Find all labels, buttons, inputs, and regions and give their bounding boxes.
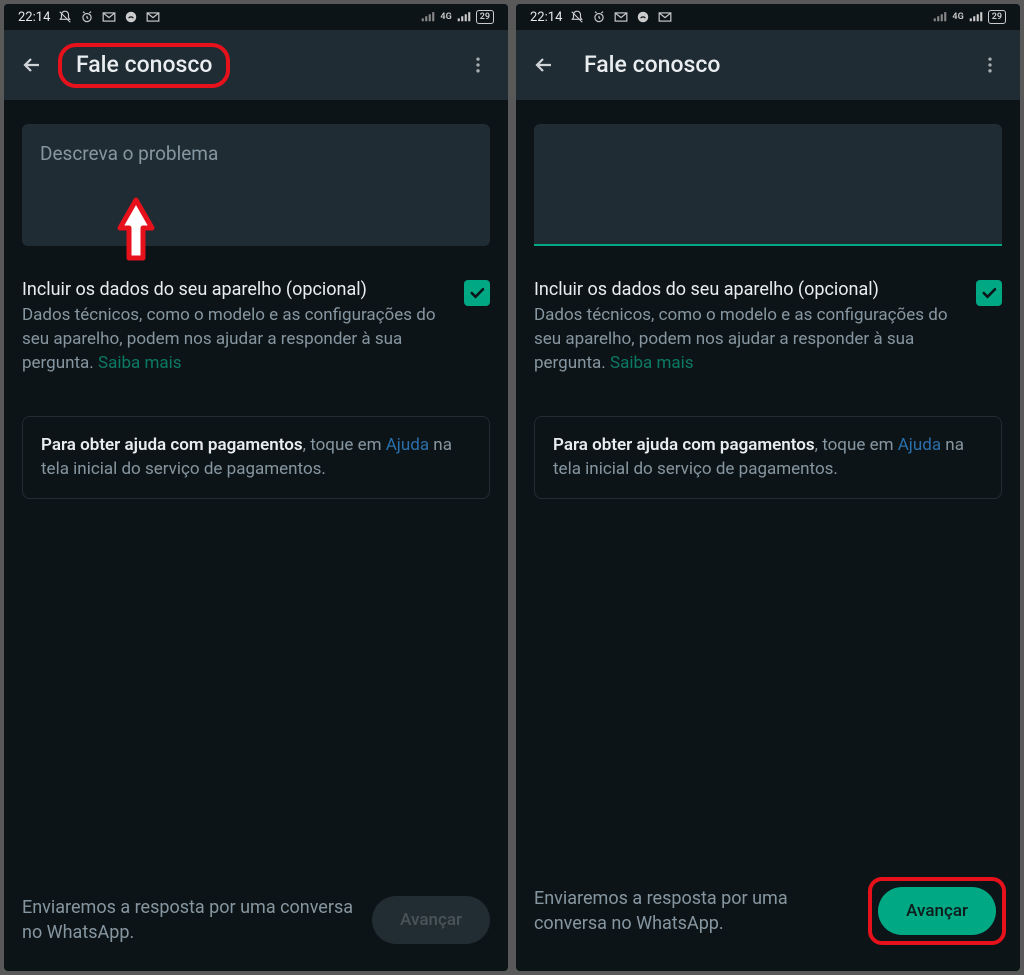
- phone-screen-right: 22:14 4G 29 Fale conosco Incl: [516, 4, 1020, 971]
- payments-help-card: Para obter ajuda com pagamentos, toque e…: [534, 416, 1002, 499]
- more-options-button[interactable]: [970, 45, 1010, 85]
- mute-icon: [58, 10, 72, 24]
- next-button[interactable]: Avançar: [878, 887, 996, 935]
- include-device-title: Incluir os dados do seu aparelho (opcion…: [534, 278, 964, 302]
- status-time: 22:14: [530, 10, 562, 25]
- battery-indicator: 29: [988, 10, 1006, 24]
- screen-content: Descreva o problema Incluir os dados do …: [4, 100, 508, 877]
- include-device-description: Dados técnicos, como o modelo e as confi…: [534, 304, 964, 375]
- footer: Enviaremos a resposta por uma conversa n…: [516, 859, 1020, 971]
- signal-icon: [421, 11, 435, 23]
- gmail-icon: [614, 11, 628, 23]
- learn-more-link[interactable]: Saiba mais: [610, 353, 694, 373]
- problem-description-input[interactable]: [534, 124, 1002, 246]
- next-button[interactable]: Avançar: [372, 896, 490, 944]
- signal-icon-2: [457, 11, 471, 23]
- page-title-text: Fale conosco: [570, 47, 734, 84]
- include-device-data-row: Incluir os dados do seu aparelho (opcion…: [534, 246, 1002, 376]
- network-4g-icon: 4G: [952, 12, 963, 22]
- gmail-icon-2: [146, 11, 160, 23]
- phone-screen-left: 22:14 4G 29 Fale conosco Descreva o prob…: [4, 4, 508, 971]
- status-time: 22:14: [18, 10, 50, 25]
- alarm-icon: [80, 10, 94, 24]
- include-device-title: Incluir os dados do seu aparelho (opcion…: [22, 278, 452, 302]
- app-circle-icon: [124, 10, 138, 24]
- gmail-icon: [102, 11, 116, 23]
- include-device-checkbox[interactable]: [976, 280, 1002, 306]
- back-button[interactable]: [10, 43, 54, 87]
- status-bar: 22:14 4G 29: [4, 4, 508, 30]
- input-placeholder: Descreva o problema: [40, 142, 218, 165]
- page-title: Fale conosco: [54, 43, 458, 88]
- include-device-description: Dados técnicos, como o modelo e as confi…: [22, 304, 452, 375]
- app-circle-icon: [636, 10, 650, 24]
- page-title: Fale conosco: [566, 47, 970, 84]
- network-4g-icon: 4G: [440, 12, 451, 22]
- alarm-icon: [592, 10, 606, 24]
- app-bar: Fale conosco: [4, 30, 508, 100]
- more-options-button[interactable]: [458, 45, 498, 85]
- include-device-data-row: Incluir os dados do seu aparelho (opcion…: [22, 246, 490, 376]
- include-device-checkbox[interactable]: [464, 280, 490, 306]
- back-button[interactable]: [522, 43, 566, 87]
- footer: Enviaremos a resposta por uma conversa n…: [4, 877, 508, 971]
- signal-icon: [933, 11, 947, 23]
- problem-description-input[interactable]: Descreva o problema: [22, 124, 490, 246]
- status-bar: 22:14 4G 29: [516, 4, 1020, 30]
- annotation-arrow-icon: [114, 196, 158, 270]
- payments-help-link[interactable]: Ajuda: [898, 435, 941, 455]
- annotation-highlight: Avançar: [868, 877, 1006, 945]
- payments-help-link[interactable]: Ajuda: [386, 435, 429, 455]
- screen-content: Incluir os dados do seu aparelho (opcion…: [516, 100, 1020, 859]
- signal-icon-2: [969, 11, 983, 23]
- footer-message: Enviaremos a resposta por uma conversa n…: [22, 895, 356, 945]
- page-title-text: Fale conosco: [58, 43, 230, 88]
- gmail-icon-2: [658, 11, 672, 23]
- learn-more-link[interactable]: Saiba mais: [98, 353, 182, 373]
- app-bar: Fale conosco: [516, 30, 1020, 100]
- mute-icon: [570, 10, 584, 24]
- payments-help-card: Para obter ajuda com pagamentos, toque e…: [22, 416, 490, 499]
- footer-message: Enviaremos a resposta por uma conversa n…: [534, 886, 852, 936]
- battery-indicator: 29: [476, 10, 494, 24]
